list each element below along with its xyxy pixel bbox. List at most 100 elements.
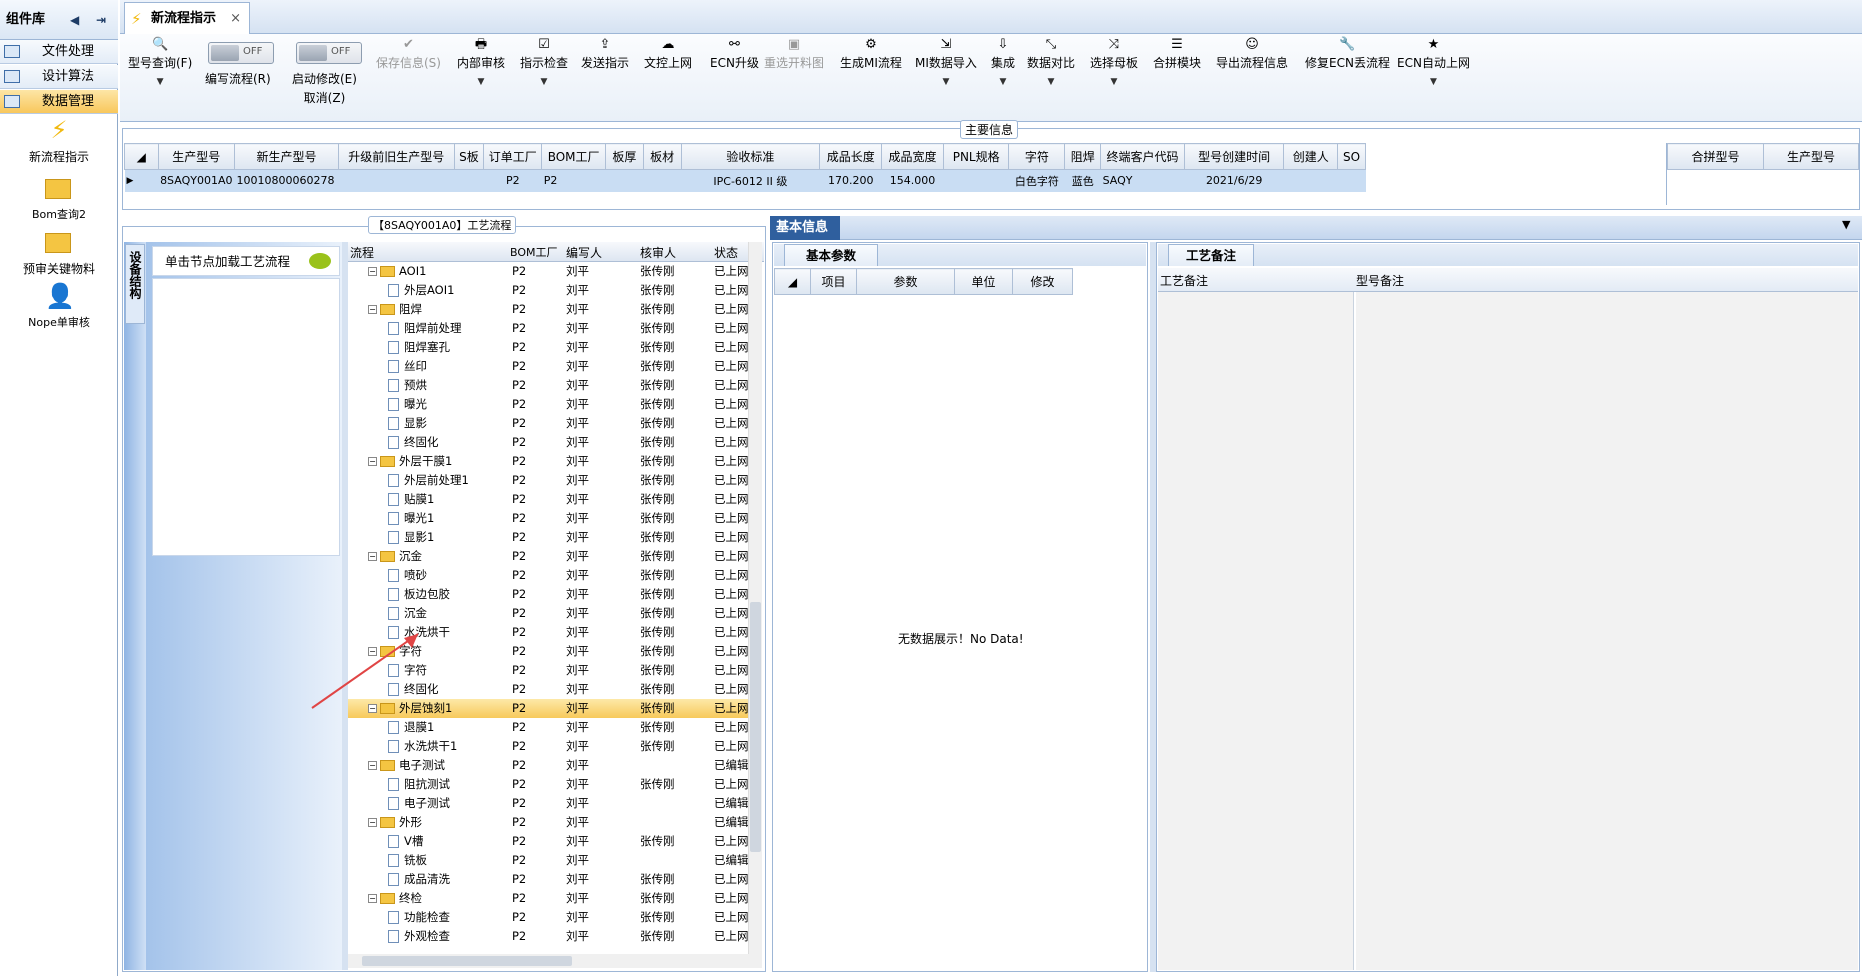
start-modify-toggle[interactable]: OFF bbox=[296, 42, 362, 64]
data-compare-button[interactable]: ⤡ 数据对比 ▼ bbox=[1027, 36, 1075, 87]
internal-review-button[interactable]: 🖶 内部审核 ▼ bbox=[457, 36, 505, 87]
tree-node-row[interactable]: 贴膜1 P2 刘平 张传刚 已上网 bbox=[348, 490, 748, 509]
column-header[interactable]: 板厚 bbox=[605, 143, 644, 170]
tree-group-row[interactable]: − 电子测试 P2 刘平 已编辑 bbox=[348, 756, 748, 775]
column-header[interactable]: 字符 bbox=[1008, 143, 1066, 170]
tree-node-row[interactable]: 阻焊前处理 P2 刘平 张传刚 已上网 bbox=[348, 319, 748, 338]
column-header[interactable]: 工艺备注 bbox=[1160, 272, 1208, 289]
column-header[interactable]: 项目 bbox=[810, 268, 857, 295]
dropdown-icon[interactable]: ▼ bbox=[1842, 218, 1850, 231]
tree-node-row[interactable]: 退膜1 P2 刘平 张传刚 已上网 bbox=[348, 718, 748, 737]
tab-basic-params[interactable]: 基本参数 bbox=[784, 244, 878, 266]
mi-import-button[interactable]: ⇲ MI数据导入 ▼ bbox=[915, 36, 977, 87]
tool-precheck-material[interactable]: 预审关键物料 bbox=[0, 228, 118, 277]
tree-node-row[interactable]: 外观检查 P2 刘平 张传刚 已上网 bbox=[348, 927, 748, 946]
doc-control-online-button[interactable]: ☁ 文控上网 bbox=[644, 36, 692, 71]
scroll-thumb[interactable] bbox=[362, 956, 572, 966]
column-header[interactable]: 生产型号 bbox=[1763, 143, 1859, 170]
tree-node-row[interactable]: 阻抗测试 P2 刘平 张传刚 已上网 bbox=[348, 775, 748, 794]
collapse-icon[interactable]: − bbox=[368, 818, 377, 827]
ecn-upgrade-button[interactable]: ⚯ ECN升级 bbox=[710, 36, 759, 71]
column-header[interactable]: 新生产型号 bbox=[233, 143, 339, 170]
tab-craft-notes[interactable]: 工艺备注 bbox=[1168, 244, 1254, 266]
column-header[interactable]: 成品宽度 bbox=[881, 143, 944, 170]
tree-node-row[interactable]: 显影 P2 刘平 张传刚 已上网 bbox=[348, 414, 748, 433]
column-header[interactable]: 修改 bbox=[1012, 268, 1073, 295]
tree-node-row[interactable]: 铣板 P2 刘平 已编辑 bbox=[348, 851, 748, 870]
column-header[interactable]: 验收标准 bbox=[680, 143, 821, 170]
integrate-button[interactable]: ⇩ 集成 ▼ bbox=[991, 36, 1015, 87]
column-header[interactable]: 创建人 bbox=[1283, 143, 1339, 170]
tree-node-row[interactable]: 显影1 P2 刘平 张传刚 已上网 bbox=[348, 528, 748, 547]
tree-group-row[interactable]: − 阻焊 P2 刘平 张传刚 已上网 bbox=[348, 300, 748, 319]
scroll-thumb[interactable] bbox=[750, 602, 761, 852]
column-header[interactable]: 合拼型号 bbox=[1667, 143, 1764, 170]
tree-node-row[interactable]: 功能检查 P2 刘平 张传刚 已上网 bbox=[348, 908, 748, 927]
tool-nope-review[interactable]: 👤 Nope单审核 bbox=[0, 282, 118, 330]
column-header[interactable]: BOM工厂 bbox=[510, 244, 558, 260]
column-header[interactable]: 生产型号 bbox=[157, 143, 235, 170]
column-header[interactable]: 编写人 bbox=[566, 244, 602, 261]
repair-ecn-button[interactable]: 🔧 修复ECN丢流程 bbox=[1305, 36, 1390, 71]
column-header[interactable]: PNL规格 bbox=[942, 143, 1010, 170]
tree-node-row[interactable]: 阻焊塞孔 P2 刘平 张传刚 已上网 bbox=[348, 338, 748, 357]
collapse-icon[interactable]: − bbox=[368, 761, 377, 770]
tree-group-row[interactable]: − 外形 P2 刘平 已编辑 bbox=[348, 813, 748, 832]
tree-node-row[interactable]: 外层AOI1 P2 刘平 张传刚 已上网 bbox=[348, 281, 748, 300]
collapse-icon[interactable]: − bbox=[368, 305, 377, 314]
collapse-icon[interactable]: − bbox=[368, 894, 377, 903]
send-instruction-button[interactable]: ⇪ 发送指示 bbox=[581, 36, 629, 71]
column-header[interactable]: 单位 bbox=[954, 268, 1013, 295]
craft-note-textarea[interactable] bbox=[1158, 292, 1354, 970]
tree-node-row[interactable]: 曝光 P2 刘平 张传刚 已上网 bbox=[348, 395, 748, 414]
column-header[interactable]: 订单工厂 bbox=[483, 143, 543, 170]
column-header[interactable]: 流程 bbox=[350, 244, 374, 261]
horizontal-scrollbar[interactable] bbox=[348, 954, 762, 968]
table-row[interactable]: ▶ 8SAQY001A0 10010800060278 P2 P2 IPC-60… bbox=[124, 169, 1366, 192]
tree-group-row[interactable]: − 终检 P2 刘平 张传刚 已上网 bbox=[348, 889, 748, 908]
column-header[interactable]: BOM工厂 bbox=[541, 143, 606, 170]
tree-node-row[interactable]: 板边包胶 P2 刘平 张传刚 已上网 bbox=[348, 585, 748, 604]
tree-node-row[interactable]: 丝印 P2 刘平 张传刚 已上网 bbox=[348, 357, 748, 376]
collapse-icon[interactable]: − bbox=[368, 457, 377, 466]
export-process-button[interactable]: ☺ 导出流程信息 bbox=[1216, 36, 1288, 71]
merge-module-button[interactable]: ☰ 合拼模块 bbox=[1153, 36, 1201, 71]
tree-node-row[interactable]: 终固化 P2 刘平 张传刚 已上网 bbox=[348, 433, 748, 452]
tree-node-row[interactable]: 成品清洗 P2 刘平 张传刚 已上网 bbox=[348, 870, 748, 889]
tree-group-row[interactable]: − 外层干膜1 P2 刘平 张传刚 已上网 bbox=[348, 452, 748, 471]
sidebar-item-algorithm[interactable]: 设计算法 bbox=[0, 65, 118, 89]
column-header[interactable]: 型号创建时间 bbox=[1183, 143, 1285, 170]
column-header[interactable]: 板材 bbox=[642, 143, 682, 170]
vertical-scrollbar[interactable] bbox=[748, 242, 762, 954]
tree-node-row[interactable]: 喷砂 P2 刘平 张传刚 已上网 bbox=[348, 566, 748, 585]
model-note-textarea[interactable] bbox=[1356, 292, 1858, 970]
hint-bubble[interactable]: 单击节点加载工艺流程 bbox=[152, 246, 340, 276]
tree-node-row[interactable]: 外层前处理1 P2 刘平 张传刚 已上网 bbox=[348, 471, 748, 490]
collapse-icon[interactable]: − bbox=[368, 267, 377, 276]
column-header[interactable]: 参数 bbox=[856, 268, 955, 295]
column-header[interactable]: 阻焊 bbox=[1064, 143, 1102, 170]
write-process-toggle[interactable]: OFF bbox=[208, 42, 274, 64]
tree-node-row[interactable]: V槽 P2 刘平 张传刚 已上网 bbox=[348, 832, 748, 851]
collapse-icon[interactable]: − bbox=[368, 552, 377, 561]
tool-bom-query[interactable]: Bom查询2 bbox=[0, 174, 118, 222]
column-header[interactable]: 终端客户代码 bbox=[1100, 143, 1185, 170]
tree-group-row[interactable]: − AOI1 P2 刘平 张传刚 已上网 bbox=[348, 262, 748, 281]
generate-mi-button[interactable]: ⚙ 生成MI流程 bbox=[840, 36, 902, 71]
tree-node-row[interactable]: 预烘 P2 刘平 张传刚 已上网 bbox=[348, 376, 748, 395]
ecn-auto-online-button[interactable]: ★ ECN自动上网 ▼ bbox=[1397, 36, 1470, 87]
save-info-button[interactable]: ✔ 保存信息(S) bbox=[376, 36, 441, 71]
column-header[interactable]: S板 bbox=[453, 143, 485, 170]
process-tree[interactable]: − AOI1 P2 刘平 张传刚 已上网 外层AOI1 P2 刘平 张传刚 已上网 − 阻焊 P2 刘平 张传… bbox=[348, 262, 748, 952]
tree-node-row[interactable]: 电子测试 P2 刘平 已编辑 bbox=[348, 794, 748, 813]
tree-group-row[interactable]: − 沉金 P2 刘平 张传刚 已上网 bbox=[348, 547, 748, 566]
tree-node-row[interactable]: 水洗烘干1 P2 刘平 张传刚 已上网 bbox=[348, 737, 748, 756]
sidebar-item-data[interactable]: 数据管理 bbox=[0, 90, 118, 114]
tool-new-process[interactable]: ⚡ 新流程指示 bbox=[0, 116, 118, 165]
tab-device-structure[interactable]: 设备结构 bbox=[125, 244, 145, 324]
instruction-check-button[interactable]: ☑ 指示检查 ▼ bbox=[520, 36, 568, 87]
close-icon[interactable]: × bbox=[230, 3, 241, 35]
pin-icon[interactable]: ⇥ bbox=[96, 0, 106, 40]
sidebar-item-file[interactable]: 文件处理 bbox=[0, 40, 118, 64]
column-header[interactable]: 状态 bbox=[714, 244, 738, 261]
